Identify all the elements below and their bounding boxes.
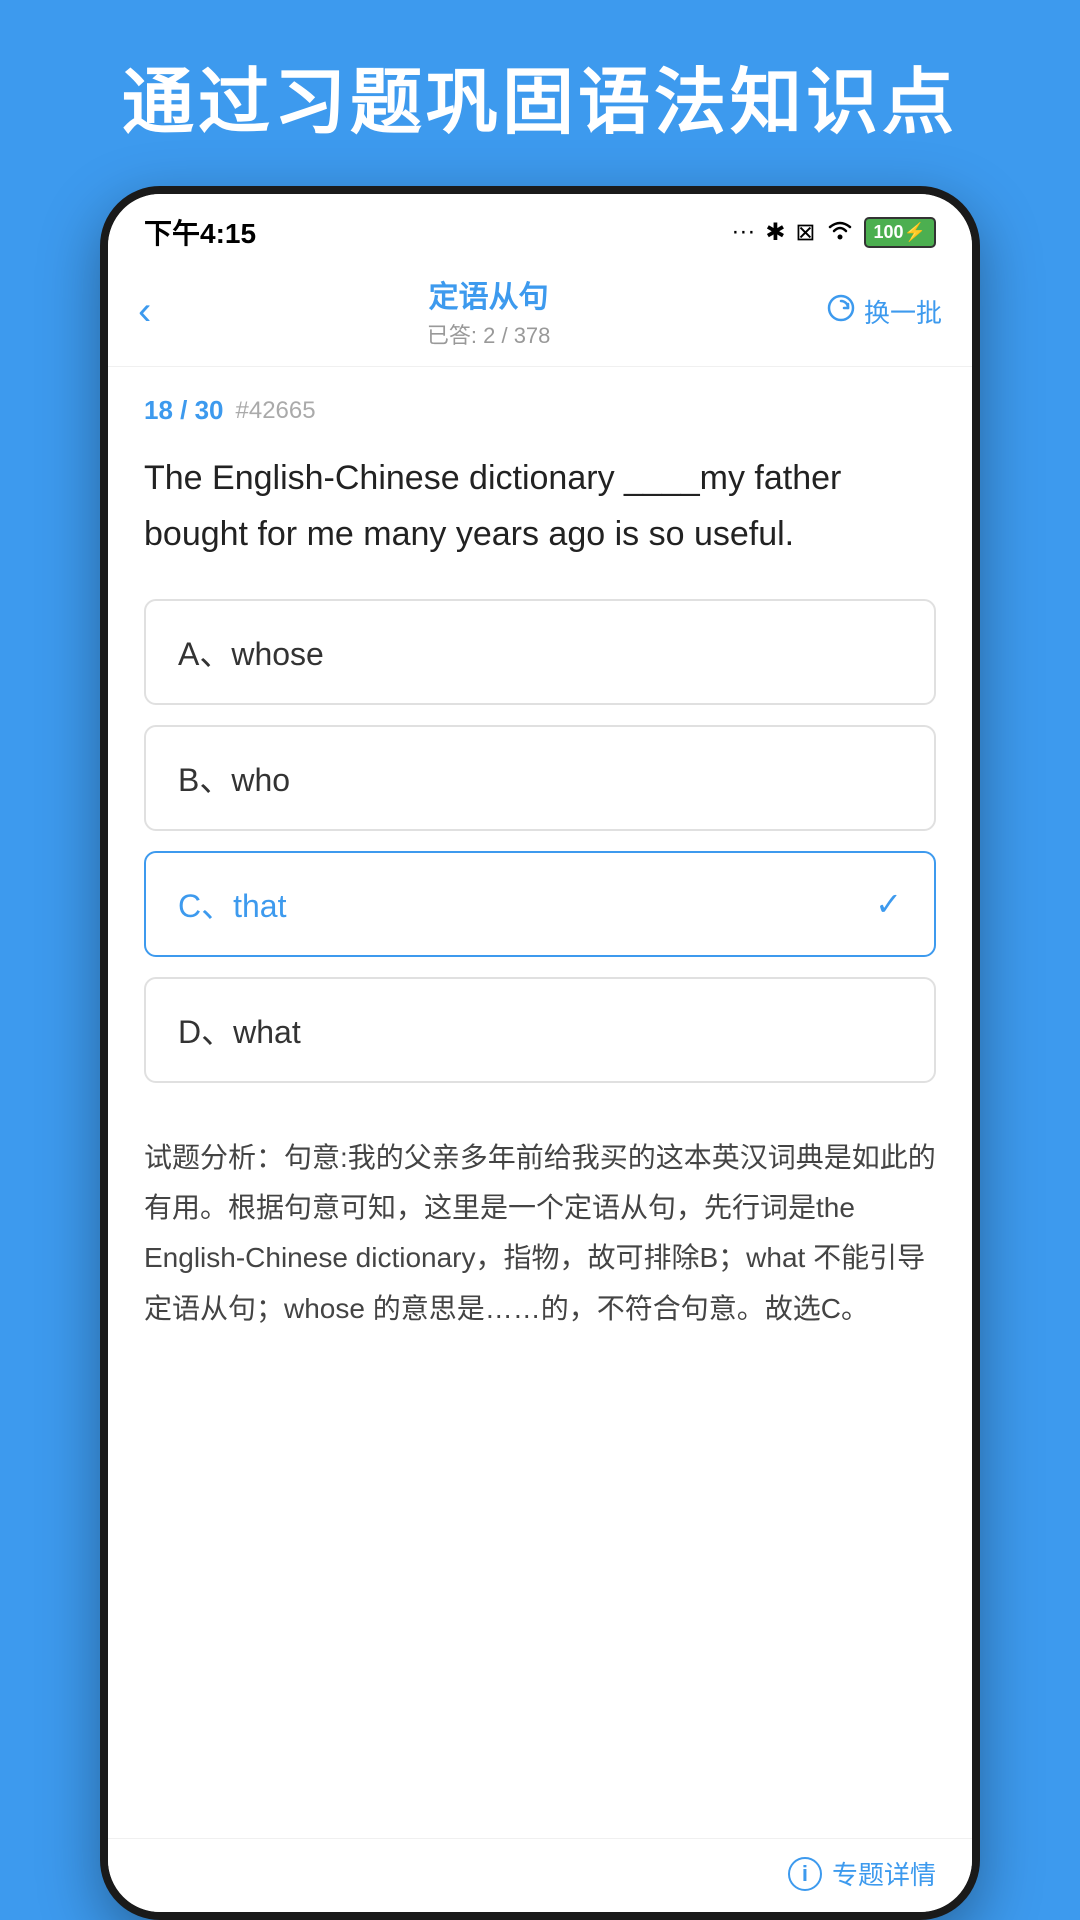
battery-icon: 100 ⚡ [864,217,936,248]
option-a[interactable]: A、whose [144,599,936,705]
detail-button[interactable]: i 专题详情 [788,1855,936,1892]
option-a-label: A、whose [178,629,324,675]
page-header: 通过习题巩固语法知识点 [0,0,1080,186]
back-button[interactable]: ‹ [138,289,151,334]
nav-title: 定语从句 [427,272,551,316]
bluetooth-icon: ✱ [765,218,785,247]
refresh-icon [826,293,856,330]
question-progress: 18 / 30 [144,395,224,426]
option-b-label: B、who [178,755,290,801]
status-time: 下午4:15 [144,212,256,252]
analysis-section: 试题分析：句意:我的父亲多年前给我买的这本英汉词典是如此的有用。根据句意可知，这… [144,1123,936,1335]
status-icons: ··· ✱ ⊠ 100 ⚡ [731,217,936,248]
phone-frame: 下午4:15 ··· ✱ ⊠ 100 ⚡ ‹ 定语从句 已答: 2 / [100,186,980,1920]
bottom-bar: i 专题详情 [108,1838,972,1912]
question-id: #42665 [236,397,316,425]
info-icon: i [788,1857,822,1891]
dots-icon: ··· [731,218,755,246]
question-meta: 18 / 30 #42665 [144,395,936,426]
status-bar: 下午4:15 ··· ✱ ⊠ 100 ⚡ [108,194,972,260]
content-area: 18 / 30 #42665 The English-Chinese dicti… [108,367,972,1838]
option-b[interactable]: B、who [144,725,936,831]
page-title: 通过习题巩固语法知识点 [60,60,1020,146]
option-c-label: C、that [178,881,287,927]
wifi-icon [826,218,854,247]
check-icon: ✓ [875,885,902,923]
refresh-label: 换一批 [864,293,942,330]
refresh-button[interactable]: 换一批 [826,293,942,330]
analysis-text: 试题分析：句意:我的父亲多年前给我买的这本英汉词典是如此的有用。根据句意可知，这… [144,1133,936,1335]
options-list: A、whose B、who C、that ✓ D、what [144,599,936,1083]
option-d[interactable]: D、what [144,977,936,1083]
detail-label: 专题详情 [832,1855,936,1892]
option-c[interactable]: C、that ✓ [144,851,936,957]
option-d-label: D、what [178,1007,301,1053]
nav-center: 定语从句 已答: 2 / 378 [427,272,551,350]
question-text: The English-Chinese dictionary ____my fa… [144,450,936,562]
nav-bar: ‹ 定语从句 已答: 2 / 378 换一批 [108,260,972,367]
nav-subtitle: 已答: 2 / 378 [427,318,551,350]
sim-icon: ⊠ [795,218,815,247]
